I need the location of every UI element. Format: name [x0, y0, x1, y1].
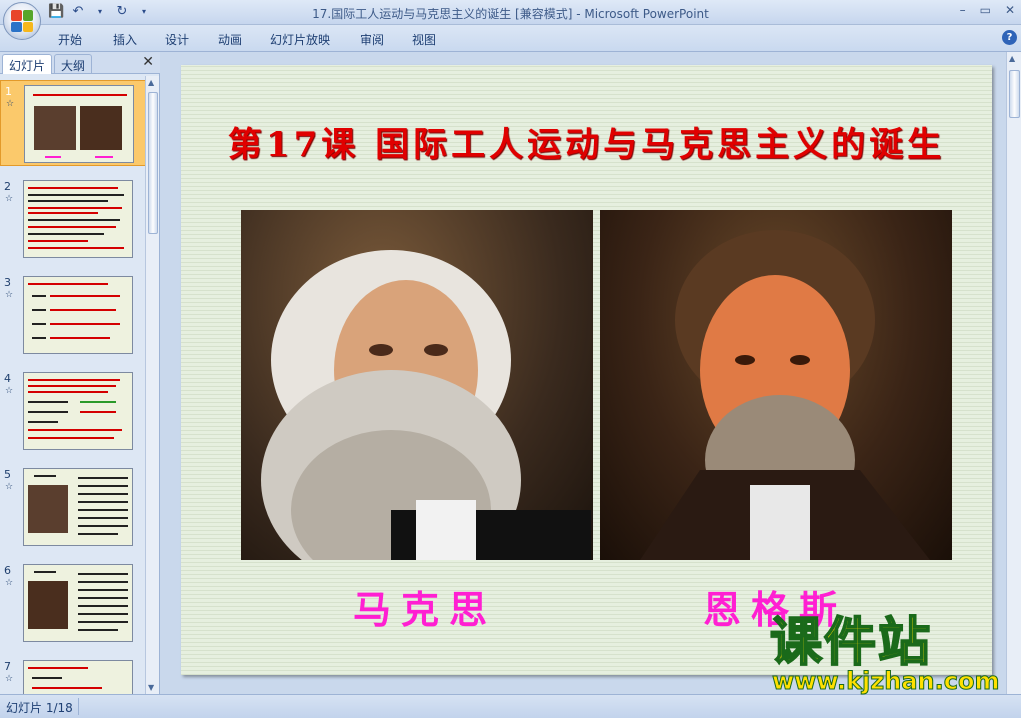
thumbnail-number: 1	[5, 85, 12, 98]
watermark-logo: 课件站 www.kjzhan.com	[769, 613, 1010, 696]
panel-tabs: 幻灯片 大纲 ✕	[0, 52, 160, 74]
thumbnail-preview	[23, 564, 133, 642]
thumbnail-preview	[24, 85, 134, 163]
slide-thumbnail-7[interactable]: 7 ☆	[0, 656, 146, 694]
slides-panel: 幻灯片 大纲 ✕ 1 ☆ 2 ☆ 3 ☆ 4 ☆ 5 ☆ 6 ☆ 7 ☆ ▲ ▼	[0, 52, 160, 694]
animation-icon: ☆	[5, 386, 14, 396]
slide-thumbnail-4[interactable]: 4 ☆	[0, 368, 146, 454]
close-icon[interactable]: ✕	[142, 54, 154, 70]
animation-icon: ☆	[5, 290, 14, 300]
title-bar: 💾 ↶ ▾ ↻ ▾ 17.国际工人运动与马克思主义的诞生 [兼容模式] - Mi…	[0, 0, 1021, 25]
slide-thumbnail-6[interactable]: 6 ☆	[0, 560, 146, 646]
marx-portrait[interactable]	[241, 210, 593, 560]
tab-animations[interactable]: 动画	[218, 31, 242, 48]
close-button[interactable]: ✕	[1005, 3, 1015, 17]
slide-title[interactable]: 第17课 国际工人运动与马克思主义的诞生	[181, 117, 992, 166]
thumbnail-list[interactable]: 1 ☆ 2 ☆ 3 ☆ 4 ☆ 5 ☆ 6 ☆ 7 ☆	[0, 76, 146, 694]
watermark-url: www.kjzhan.com	[771, 667, 1000, 696]
thumbnail-number: 4	[4, 372, 11, 385]
engels-portrait[interactable]	[600, 210, 952, 560]
minimize-button[interactable]: –	[960, 3, 966, 17]
thumbnail-number: 5	[4, 468, 11, 481]
window-title: 17.国际工人运动与马克思主义的诞生 [兼容模式] - Microsoft Po…	[312, 7, 709, 21]
tab-home[interactable]: 开始	[58, 31, 82, 48]
marx-portrait-art	[261, 250, 591, 560]
thumbnail-number: 7	[4, 660, 11, 673]
caption-marx[interactable]: 马克思	[353, 579, 497, 634]
engels-portrait-art	[640, 230, 930, 560]
tab-slides[interactable]: 幻灯片	[2, 54, 53, 74]
scroll-up-icon[interactable]: ▲	[1009, 54, 1015, 63]
slide-indicator: 幻灯片 1/18	[6, 701, 73, 715]
tab-view[interactable]: 视图	[412, 31, 436, 48]
slide-thumbnail-3[interactable]: 3 ☆	[0, 272, 146, 358]
animation-icon: ☆	[5, 674, 14, 684]
status-bar: 幻灯片 1/18	[0, 694, 1021, 718]
office-button[interactable]	[3, 2, 41, 40]
tab-insert[interactable]: 插入	[113, 31, 137, 48]
slide-thumbnail-1[interactable]: 1 ☆	[0, 80, 146, 166]
tab-design[interactable]: 设计	[165, 31, 189, 48]
animation-icon: ☆	[6, 99, 15, 109]
scroll-up-icon[interactable]: ▲	[148, 78, 154, 87]
thumbnail-number: 2	[4, 180, 11, 193]
thumbnail-scrollbar[interactable]: ▲ ▼	[145, 76, 159, 694]
thumbnail-preview	[23, 372, 133, 450]
slide-scrollbar[interactable]: ▲	[1006, 52, 1021, 694]
scroll-down-icon[interactable]: ▼	[148, 683, 154, 692]
ribbon-tabs: 开始 插入 设计 动画 幻灯片放映 审阅 视图 ?	[0, 25, 1021, 52]
thumbnail-preview	[23, 276, 133, 354]
scroll-thumb[interactable]	[148, 92, 158, 234]
help-icon[interactable]: ?	[1002, 30, 1017, 45]
slide-editor: 第17课 国际工人运动与马克思主义的诞生 马克思 恩格斯	[161, 52, 1006, 694]
slide-thumbnail-2[interactable]: 2 ☆	[0, 176, 146, 262]
tab-review[interactable]: 审阅	[360, 31, 384, 48]
thumbnail-number: 6	[4, 564, 11, 577]
thumbnail-preview	[23, 468, 133, 546]
office-logo-icon	[11, 10, 33, 32]
thumbnail-preview	[23, 660, 133, 694]
watermark-title: 课件站	[769, 613, 933, 673]
window-controls: – ▭ ✕	[960, 3, 1015, 17]
slide-thumbnail-5[interactable]: 5 ☆	[0, 464, 146, 550]
status-divider	[78, 698, 79, 715]
animation-icon: ☆	[5, 578, 14, 588]
scroll-thumb[interactable]	[1009, 70, 1020, 118]
thumbnail-preview	[23, 180, 133, 258]
animation-icon: ☆	[5, 194, 14, 204]
thumbnail-number: 3	[4, 276, 11, 289]
tab-slideshow[interactable]: 幻灯片放映	[270, 31, 330, 48]
tab-outline[interactable]: 大纲	[54, 54, 93, 74]
maximize-button[interactable]: ▭	[980, 3, 991, 17]
animation-icon: ☆	[5, 482, 14, 492]
slide-canvas[interactable]: 第17课 国际工人运动与马克思主义的诞生 马克思 恩格斯	[181, 65, 992, 675]
